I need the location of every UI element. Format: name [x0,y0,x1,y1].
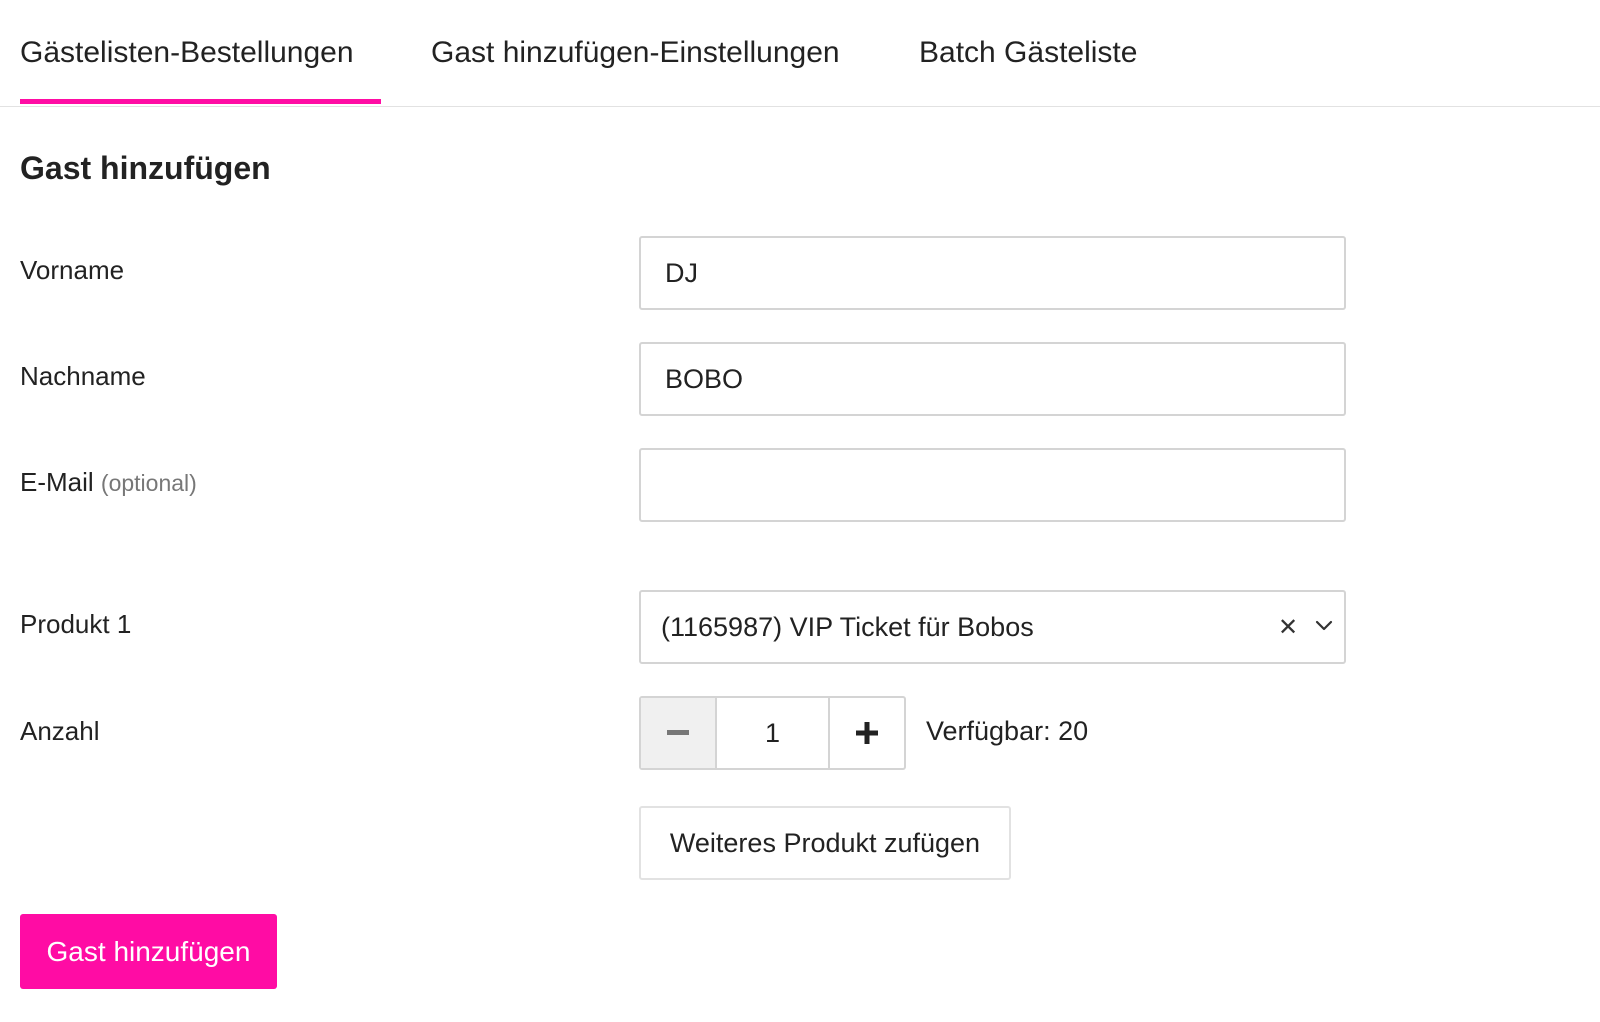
minus-icon [667,730,689,735]
tab-bar: Gästelisten-Bestellungen Gast hinzufügen… [0,0,1600,107]
last-name-input[interactable] [641,344,1344,414]
quantity-label: Anzahl [20,716,100,746]
email-field[interactable] [639,448,1346,522]
last-name-label: Nachname [20,361,146,391]
first-name-label: Vorname [20,255,125,285]
available-count: Verfügbar: 20 [926,716,1089,746]
quantity-stepper: 1 [639,696,906,770]
add-guest-button[interactable]: Gast hinzufügen [20,914,277,989]
tab-batch-guestlist[interactable]: Batch Gästeliste [919,36,1137,70]
active-tab-indicator [20,99,381,104]
product-label: Produkt 1 [20,609,132,639]
email-input[interactable] [641,450,1344,520]
optional-hint: (optional) [100,470,197,496]
close-icon[interactable]: ✕ [1278,616,1298,640]
add-product-button[interactable]: Weiteres Produkt zufügen [639,806,1011,880]
first-name-field[interactable] [639,236,1346,310]
product-select[interactable]: (1165987) VIP Ticket für Bobos ✕ [639,590,1346,664]
section-title: Gast hinzufügen [20,150,271,186]
tab-guestlist-orders[interactable]: Gästelisten-Bestellungen [20,36,354,70]
last-name-field[interactable] [639,342,1346,416]
first-name-input[interactable] [641,238,1344,308]
tab-add-guest-settings[interactable]: Gast hinzufügen-Einstellungen [431,36,840,70]
decrement-button[interactable] [641,698,717,768]
product-selected-value: (1165987) VIP Ticket für Bobos [661,612,1034,642]
quantity-value[interactable]: 1 [717,698,828,768]
increment-button[interactable] [828,698,904,768]
email-label: E-Mail (optional) [20,467,197,498]
plus-icon [856,722,878,744]
email-label-text: E-Mail [20,467,94,497]
chevron-down-icon[interactable] [1313,614,1335,636]
